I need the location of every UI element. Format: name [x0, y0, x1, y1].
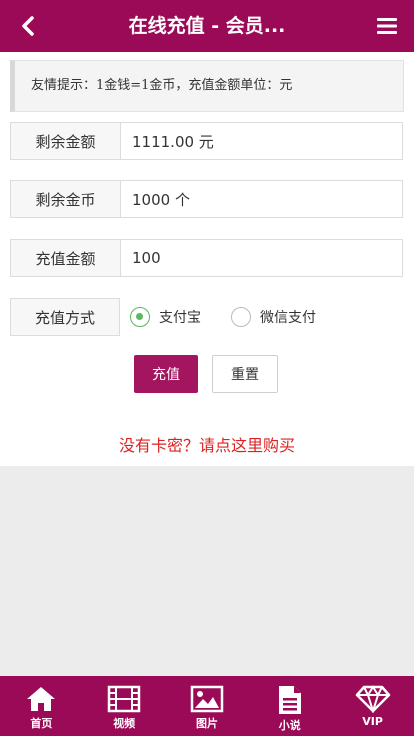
home-icon [27, 687, 56, 711]
tab-video-label: 视频 [113, 717, 136, 730]
radio-wechat-pay[interactable]: 微信支付 [231, 307, 316, 327]
balance-label: 剩余金额 [11, 123, 121, 159]
tab-home-label: 首页 [30, 717, 53, 730]
tab-home[interactable]: 首页 [0, 676, 83, 736]
amount-label: 充值金额 [11, 240, 121, 276]
radio-alipay-label: 支付宝 [159, 310, 201, 326]
hamburger-menu-icon [377, 18, 397, 34]
diamond-icon [355, 685, 390, 713]
coins-label: 剩余金币 [11, 181, 121, 217]
recharge-button[interactable]: 充值 [134, 355, 198, 393]
balance-value: 1111.00 元 [132, 132, 214, 151]
tab-video[interactable]: 视频 [83, 676, 166, 736]
radio-unchecked-icon [231, 307, 251, 327]
tab-novels-label: 小说 [278, 719, 301, 732]
menu-button[interactable] [374, 13, 400, 39]
back-button[interactable] [14, 12, 42, 40]
radio-alipay[interactable]: 支付宝 [130, 307, 201, 327]
page-title: 在线充值 - 会员... [128, 15, 286, 37]
coins-value: 1000 个 [132, 190, 190, 209]
recharge-panel: 友情提示：1金钱=1金币，充值金额单位：元 剩余金额 1111.00 元 剩余金… [0, 52, 414, 466]
radio-checked-icon [130, 307, 150, 327]
radio-wechat-pay-label: 微信支付 [260, 310, 316, 326]
top-header: 在线充值 - 会员... [0, 0, 414, 52]
amount-field-wrap [121, 240, 402, 276]
tab-vip-label: VIP [362, 715, 383, 728]
tab-images-label: 图片 [195, 717, 218, 730]
document-icon [278, 686, 301, 714]
method-row: 充值方式 支付宝 微信支付 [10, 298, 403, 336]
reset-button[interactable]: 重置 [212, 355, 278, 393]
film-icon [107, 685, 141, 713]
tab-vip[interactable]: VIP [331, 676, 414, 736]
balance-row: 剩余金额 1111.00 元 [10, 122, 403, 160]
tab-novels[interactable]: 小说 [248, 676, 331, 736]
image-icon [190, 685, 224, 713]
amount-row: 充值金额 [10, 239, 403, 277]
chevron-left-icon [22, 16, 34, 36]
coins-row: 剩余金币 1000 个 [10, 180, 403, 218]
bottom-tabbar: 首页 视频 图片 小说 VIP [0, 676, 414, 736]
method-radio-group: 支付宝 微信支付 [120, 298, 346, 336]
method-label: 充值方式 [10, 298, 120, 336]
tab-images[interactable]: 图片 [166, 676, 249, 736]
notice-box: 友情提示：1金钱=1金币，充值金额单位：元 [10, 60, 404, 112]
buy-card-link[interactable]: 没有卡密？请点这里购买 [0, 432, 414, 456]
amount-input[interactable] [132, 249, 402, 267]
